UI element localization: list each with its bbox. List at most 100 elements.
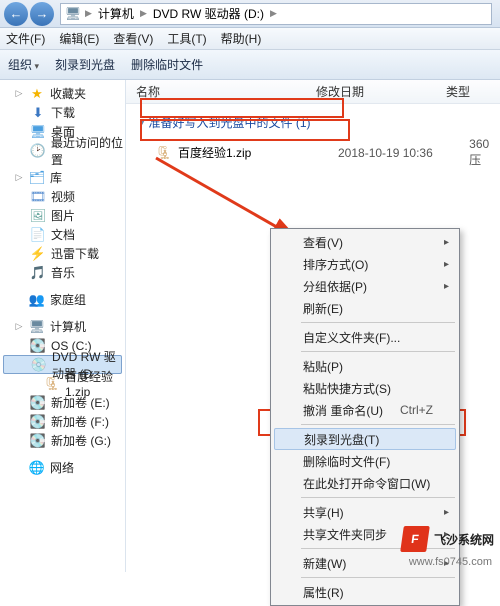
col-date[interactable]: 修改日期 (316, 83, 446, 100)
sidebar-documents[interactable]: 📄 文档 (0, 225, 125, 244)
menu-bar: 文件(F) 编辑(E) 查看(V) 工具(T) 帮助(H) (0, 28, 500, 50)
col-type[interactable]: 类型 (446, 83, 500, 100)
label: 图片 (51, 207, 75, 224)
file-row[interactable]: 🗜 百度经验1.zip 2018-10-19 10:36 360压 (126, 135, 500, 170)
sidebar: ▷★收藏夹 ⬇下载 🖥桌面 🕑最近访问的位置 ▷🗂库 🎞视频 🖼图片 📄文档 ⚡… (0, 80, 126, 572)
column-headers: 名称 修改日期 类型 (126, 80, 500, 104)
separator (301, 424, 455, 425)
label: 最近访问的位置 (51, 134, 125, 168)
sidebar-pictures[interactable]: 🖼 图片 (0, 206, 125, 225)
label: 音乐 (51, 264, 75, 281)
site-badge: F 飞沙系统网 (402, 526, 494, 552)
titlebar: ← → 🖥 ▶ 计算机 ▶ DVD RW 驱动器 (D:) ▶ (0, 0, 500, 28)
ctx-sort[interactable]: 排序方式(O) (273, 253, 457, 275)
ctx-paste-shortcut[interactable]: 粘贴快捷方式(S) (273, 377, 457, 399)
label: 收藏夹 (50, 85, 86, 102)
file-date: 2018-10-19 10:36 (338, 146, 463, 160)
group-header[interactable]: 准备好写入到光盘中的文件 (1) (140, 114, 492, 131)
sidebar-drive-e[interactable]: 💽新加卷 (E:) (0, 393, 125, 412)
menu-help[interactable]: 帮助(H) (221, 30, 262, 47)
file-name: 百度经验1.zip (178, 144, 332, 161)
library-icon: 🗂 (29, 170, 45, 186)
label: 家庭组 (50, 291, 86, 308)
menu-tools[interactable]: 工具(T) (167, 30, 206, 47)
label: 新加卷 (F:) (51, 413, 109, 430)
col-name[interactable]: 名称 (126, 83, 316, 100)
ctx-group[interactable]: 分组依据(P) (273, 275, 457, 297)
drive-icon: 💽 (30, 395, 46, 411)
zip-icon: 🗜 (44, 376, 60, 392)
ctx-refresh[interactable]: 刷新(E) (273, 297, 457, 319)
address-bar[interactable]: 🖥 ▶ 计算机 ▶ DVD RW 驱动器 (D:) ▶ (60, 3, 492, 25)
label: 迅雷下载 (51, 245, 99, 262)
drive-icon: 💽 (30, 433, 46, 449)
breadcrumb-dvd[interactable]: DVD RW 驱动器 (D:) (151, 5, 266, 22)
menu-edit[interactable]: 编辑(E) (59, 30, 99, 47)
sidebar-homegroup[interactable]: 👥 家庭组 (0, 290, 125, 309)
separator (301, 351, 455, 352)
badge-text: 飞沙系统网 (434, 531, 494, 548)
sidebar-computer[interactable]: ▷🖥计算机 (0, 317, 125, 336)
label: 文档 (51, 226, 75, 243)
chevron-icon: ▶ (85, 8, 92, 19)
sidebar-music[interactable]: 🎵 音乐 (0, 263, 125, 282)
chevron-icon: ▶ (270, 8, 277, 19)
computer-icon: 🖥 (65, 6, 81, 22)
sidebar-favorites[interactable]: ▷★收藏夹 (0, 84, 125, 103)
sidebar-recent[interactable]: 🕑最近访问的位置 (0, 141, 125, 160)
file-type: 360压 (469, 137, 500, 168)
sidebar-drive-g[interactable]: 💽 新加卷 (G:) (0, 431, 125, 450)
shortcut-label: Ctrl+Z (400, 403, 433, 417)
ctx-share[interactable]: 共享(H) (273, 501, 457, 523)
ctx-burn[interactable]: 刻录到光盘(T) (274, 428, 456, 450)
sidebar-videos[interactable]: 🎞 视频 (0, 187, 125, 206)
label: 网络 (50, 459, 74, 476)
separator (301, 322, 455, 323)
label: 视频 (51, 188, 75, 205)
drive-icon: 💽 (30, 338, 46, 354)
label: 下载 (51, 104, 75, 121)
label: 计算机 (50, 318, 86, 335)
homegroup-icon: 👥 (29, 292, 45, 308)
logo-icon: F (400, 526, 430, 552)
ctx-open-cmd[interactable]: 在此处打开命令窗口(W) (273, 472, 457, 494)
menu-file[interactable]: 文件(F) (6, 30, 45, 47)
ctx-delete-temp[interactable]: 删除临时文件(F) (273, 450, 457, 472)
sidebar-downloads[interactable]: ⬇ 下载 (0, 103, 125, 122)
chevron-icon: ▶ (140, 8, 147, 19)
menu-view[interactable]: 查看(V) (113, 30, 153, 47)
ctx-undo[interactable]: 撤消 重命名(U)Ctrl+Z (273, 399, 457, 421)
ctx-customize[interactable]: 自定义文件夹(F)... (273, 326, 457, 348)
sidebar-network[interactable]: 🌐 网络 (0, 458, 125, 477)
breadcrumb-computer[interactable]: 计算机 (96, 5, 136, 22)
ctx-paste[interactable]: 粘贴(P) (273, 355, 457, 377)
desktop-icon: 🖥 (30, 124, 46, 140)
picture-icon: 🖼 (30, 208, 46, 224)
ctx-properties[interactable]: 属性(R) (273, 581, 457, 603)
document-icon: 📄 (30, 227, 46, 243)
toolbar: 组织 刻录到光盘 删除临时文件 (0, 50, 500, 80)
delete-temp-button[interactable]: 删除临时文件 (131, 56, 203, 73)
drive-icon: 💽 (30, 414, 46, 430)
label: 库 (50, 169, 62, 186)
dvd-icon: 💿 (31, 357, 47, 373)
separator (301, 497, 455, 498)
burn-button[interactable]: 刻录到光盘 (55, 56, 115, 73)
computer-icon: 🖥 (29, 319, 45, 335)
download-icon: ⬇ (30, 105, 46, 121)
music-icon: 🎵 (30, 265, 46, 281)
organize-button[interactable]: 组织 (8, 56, 39, 73)
back-button[interactable]: ← (4, 2, 28, 26)
separator (301, 577, 455, 578)
sidebar-thunder[interactable]: ⚡ 迅雷下载 (0, 244, 125, 263)
network-icon: 🌐 (29, 460, 45, 476)
video-icon: 🎞 (30, 189, 46, 205)
forward-button[interactable]: → (30, 2, 54, 26)
star-icon: ★ (29, 86, 45, 102)
label: 新加卷 (G:) (51, 432, 111, 449)
zip-icon: 🗜 (156, 145, 172, 161)
sidebar-drive-f[interactable]: 💽 新加卷 (F:) (0, 412, 125, 431)
ctx-view[interactable]: 查看(V) (273, 231, 457, 253)
sidebar-libraries[interactable]: ▷🗂库 (0, 168, 125, 187)
thunder-icon: ⚡ (30, 246, 46, 262)
